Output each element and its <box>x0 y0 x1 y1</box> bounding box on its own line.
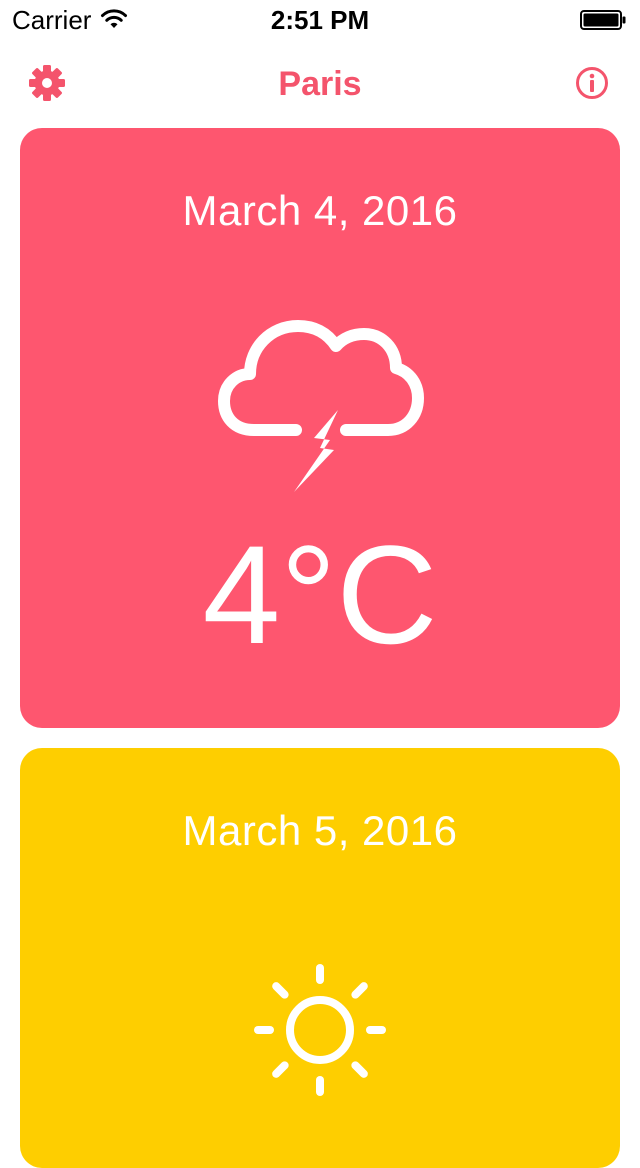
forecast-temperature: 4°C <box>202 516 438 673</box>
forecast-date: March 5, 2016 <box>182 807 458 854</box>
forecast-card[interactable]: March 5, 2016 <box>20 748 620 1168</box>
battery-icon <box>580 10 626 30</box>
thunderstorm-icon <box>218 320 424 492</box>
page-title: Paris <box>278 65 362 103</box>
forecast-date: March 4, 2016 <box>182 187 458 234</box>
nav-bar: Paris <box>0 40 640 128</box>
sun-icon <box>254 964 386 1096</box>
info-icon <box>576 67 608 99</box>
info-button[interactable] <box>575 66 609 100</box>
forecast-card[interactable]: March 4, 2016 4°C <box>20 128 620 728</box>
status-bar: Carrier 2:51 PM <box>0 0 640 40</box>
status-time: 2:51 PM <box>270 5 370 35</box>
